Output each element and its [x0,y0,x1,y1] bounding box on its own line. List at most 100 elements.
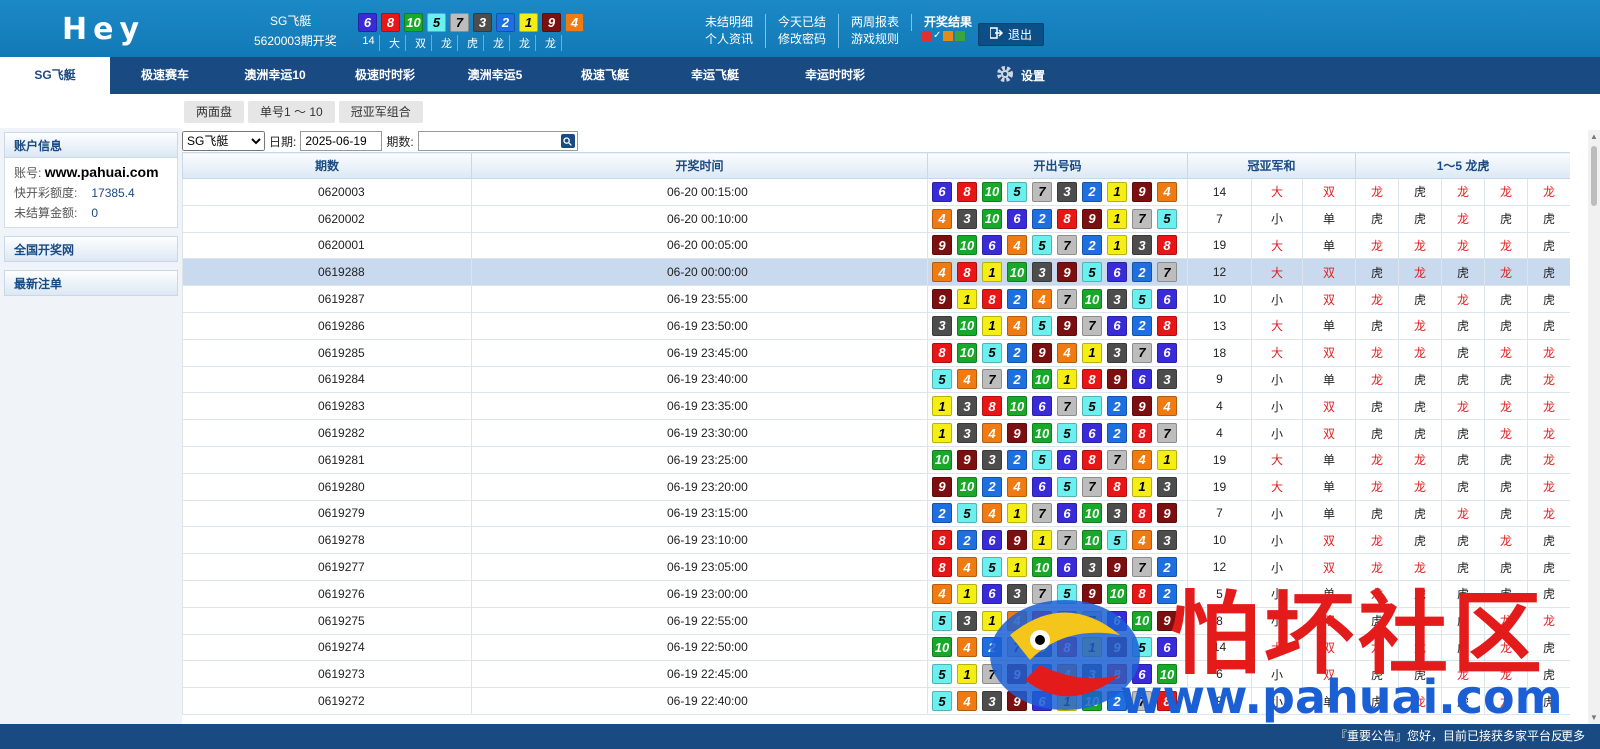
dragon-tiger-cell: 虎 [1527,633,1570,662]
latest-bets-header[interactable]: 最新注单 [4,270,178,296]
top-link[interactable]: 个人资讯 [705,31,765,48]
sum-cell: 13 [1187,311,1252,340]
number-ball: 5 [1032,235,1052,256]
issue-input[interactable] [417,131,578,151]
dragon-tiger-cell: 龙 [1441,204,1486,233]
table-row[interactable]: 0620003 06-20 00:15:00 6 8 10 5 7 3 2 1 9 4 14 大双龙虎龙龙… [182,178,1570,206]
number-ball: 5 [957,503,977,524]
nav-tab[interactable]: 幸运时时彩 [770,57,900,94]
dragon-tiger-cell: 虎 [1398,419,1443,447]
balls-cell: 5 1 7 9 2 4 3 8 6 10 [927,660,1188,689]
number-ball: 9 [1157,503,1177,524]
number-ball: 6 [1132,664,1152,685]
table-row[interactable]: 0619288 06-20 00:00:00 4 8 1 10 3 9 5 6 2 7 12 大双虎龙虎龙… [182,258,1570,287]
nav-tab[interactable]: 幸运飞艇 [660,57,770,94]
number-ball: 5 [932,691,952,712]
skin-red[interactable] [921,31,932,41]
table-row[interactable]: 0619280 06-19 23:20:00 9 10 2 4 6 5 7 8 1 3 19 大单龙龙虎虎… [182,472,1570,501]
game-select[interactable]: SG飞艇 [182,131,265,151]
number-ball: 8 [957,262,977,283]
sum-cell: 7 [1187,499,1252,528]
number-ball: 6 [932,181,952,202]
top-link[interactable]: 两周报表 [838,14,911,31]
issue-cell: 0619281 [182,445,472,474]
dragon-tiger-cell: 龙 [1484,258,1529,287]
table-row[interactable]: 0619283 06-19 23:35:00 1 3 8 10 6 7 5 2 9 4 4 小双虎虎龙龙龙 [182,392,1570,421]
table-row[interactable]: 0619278 06-19 23:10:00 8 2 6 9 1 7 10 5 4 3 10 小双龙虎虎龙… [182,526,1570,555]
top-link[interactable]: 未结明细 [705,14,765,31]
logout-button[interactable]: 退出 [978,23,1044,46]
scroll-down-icon[interactable]: ▼ [1590,713,1598,722]
sub-tab[interactable]: 单号1 ～ 10 [248,101,335,123]
search-icon[interactable] [560,134,575,148]
national-draw-header[interactable]: 全国开奖网 [4,236,178,262]
number-ball: 3 [1107,342,1127,363]
number-ball: 9 [1032,342,1052,363]
table-row[interactable]: 0619274 06-19 22:50:00 10 4 2 7 3 8 1 9 5 6 14 大双龙龙虎龙… [182,633,1570,662]
table-row[interactable]: 0619275 06-19 22:55:00 5 3 1 4 8 2 7 6 10 9 8 小双虎虎虎龙龙 [182,606,1570,635]
big-small-cell: 小 [1251,553,1303,581]
balls-cell: 4 1 6 3 7 5 9 10 8 2 [927,579,1188,608]
table-row[interactable]: 0619279 06-19 23:15:00 2 5 4 1 7 6 10 3 8 9 7 小单虎虎龙虎龙 [182,499,1570,528]
skin-switcher[interactable]: ✓ [921,31,966,48]
number-ball: 7 [1032,583,1052,604]
table-row[interactable]: 0619276 06-19 23:00:00 4 1 6 3 7 5 9 10 8 2 5 小单龙虎虎虎虎 [182,579,1570,608]
skin-green[interactable] [955,31,966,41]
current-ball: 4 [565,13,584,32]
table-row[interactable]: 0619284 06-19 23:40:00 5 4 7 2 10 1 8 9 6 3 9 小单龙虎虎虎龙 [182,365,1570,394]
nav-tab[interactable]: 极速飞艇 [550,57,660,94]
sub-tab[interactable]: 两面盘 [184,101,245,123]
number-ball: 6 [1032,691,1052,712]
top-link[interactable]: 今天已结 [765,14,838,31]
draw-time-cell: 06-19 22:55:00 [471,606,928,635]
table-row[interactable]: 0619282 06-19 23:30:00 1 3 4 9 10 5 6 2 8 7 4 小双虎虎虎龙龙 [182,419,1570,447]
number-ball: 4 [957,369,977,390]
sub-tab[interactable]: 冠亚军组合 [338,101,423,123]
number-ball: 1 [1107,181,1127,202]
table-row[interactable]: 0619281 06-19 23:25:00 10 9 3 2 5 6 8 7 4 1 19 大单龙龙虎虎… [182,445,1570,474]
number-ball: 7 [1057,235,1077,256]
scroll-thumb[interactable] [1591,146,1597,206]
balls-cell: 9 1 8 2 4 7 10 3 5 6 [927,285,1188,313]
skin-orange[interactable] [943,31,954,41]
nav-tab[interactable]: SG飞艇 [0,57,110,94]
vertical-scrollbar[interactable]: ▲ ▼ [1588,130,1600,724]
table-row[interactable]: 0620002 06-20 00:10:00 4 3 10 6 2 8 9 1 7 5 7 小单虎虎龙虎虎 [182,204,1570,233]
scroll-up-icon[interactable]: ▲ [1590,132,1598,141]
dragon-tiger-cell: 龙 [1398,231,1443,260]
top-link[interactable]: 游戏规则 [838,31,911,48]
date-label: 日期: [269,134,297,149]
number-ball: 7 [1132,342,1152,363]
more-link[interactable]: 更多 [1561,724,1585,749]
nav-tab[interactable]: 澳洲幸运10 [220,57,330,94]
balls-row: 9 1 8 2 4 7 10 3 5 6 [932,289,1187,310]
number-ball: 2 [1157,583,1177,604]
table-row[interactable]: 0619287 06-19 23:55:00 9 1 8 2 4 7 10 3 5 6 10 小双龙虎龙虎… [182,285,1570,313]
dragon-tiger-cell: 龙 [1441,231,1486,260]
date-input[interactable] [300,131,383,151]
table-row[interactable]: 0619285 06-19 23:45:00 8 10 5 2 9 4 1 3 7 6 18 大双龙龙虎龙… [182,338,1570,367]
nav-tab[interactable]: 极速赛车 [110,57,220,94]
table-row[interactable]: 0619277 06-19 23:05:00 8 4 5 1 10 6 3 9 7 2 12 小双龙龙虎虎… [182,553,1570,581]
table-row[interactable]: 0619272 06-19 22:40:00 5 4 3 9 6 1 10 2 7 8 9 小单虎龙虎龙虎 [182,687,1570,715]
table-row[interactable]: 0620001 06-20 00:05:00 9 10 6 4 5 7 2 1 3 8 19 大单龙龙龙龙… [182,231,1570,260]
dragon-tiger-cell: 虎 [1441,579,1486,608]
number-ball: 5 [1132,289,1152,310]
dragon-tiger-cell: 虎 [1484,472,1529,501]
table-row[interactable]: 0619273 06-19 22:45:00 5 1 7 9 2 4 3 8 6 10 6 小双虎虎龙龙虎 [182,660,1570,689]
account-info-header[interactable]: 账户信息 [4,132,178,158]
nav-tab[interactable]: 极速时时彩 [330,57,440,94]
number-ball: 1 [932,423,952,444]
number-ball: 5 [982,557,1002,578]
sum-cell: 12 [1187,258,1252,287]
notice-marquee[interactable]: 『重要公告』您好，目前已接获多家平台反 [1335,724,1563,749]
number-ball: 4 [1007,315,1027,336]
dragon-tiger-cell: 虎 [1527,660,1570,689]
settings-button[interactable]: 设置 [995,57,1045,94]
nav-tab[interactable]: 澳洲幸运5 [440,57,550,94]
dragon-tiger-cell: 龙 [1355,553,1400,581]
table-row[interactable]: 0619286 06-19 23:50:00 3 10 1 4 5 9 7 6 2 8 13 大单虎龙虎虎… [182,311,1570,340]
balls-row: 5 4 3 9 6 1 10 2 7 8 [932,691,1187,712]
top-link[interactable]: 开奖结果 [911,14,984,31]
top-link[interactable]: 修改密码 [765,31,838,48]
